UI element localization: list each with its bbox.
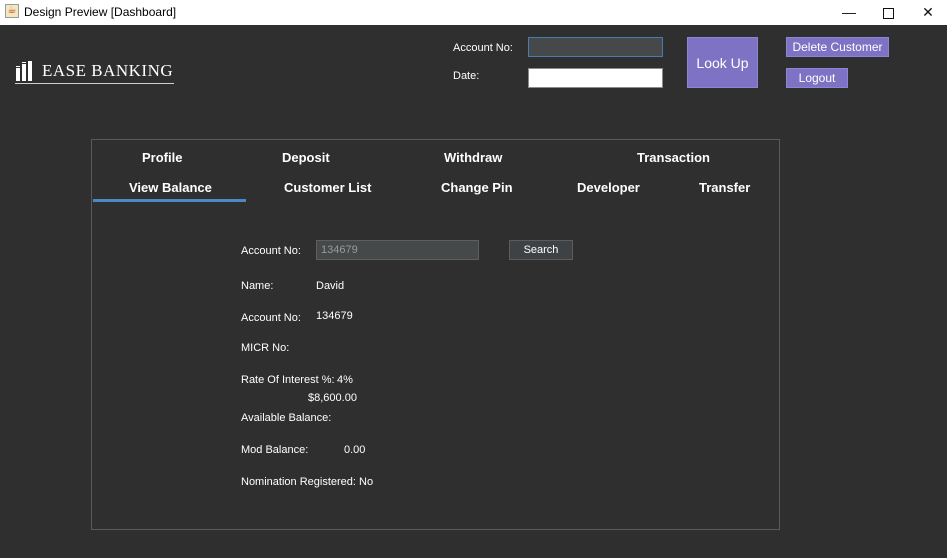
- account-no-label: Account No:: [241, 312, 301, 324]
- window-titlebar: ☕ Design Preview [Dashboard] — ✕: [0, 0, 947, 25]
- delete-customer-button[interactable]: Delete Customer: [786, 37, 889, 57]
- search-button[interactable]: Search: [509, 240, 573, 260]
- tab-profile[interactable]: Profile: [142, 150, 182, 165]
- micr-label: MICR No:: [241, 342, 290, 354]
- tab-transaction[interactable]: Transaction: [637, 150, 710, 165]
- java-app-icon: ☕: [5, 4, 19, 18]
- name-label: Name:: [241, 280, 274, 292]
- tab-view-balance[interactable]: View Balance: [129, 180, 212, 195]
- minimize-button[interactable]: —: [829, 0, 869, 25]
- ease-banking-logo: EASE BANKING: [15, 58, 175, 84]
- header-account-input[interactable]: [528, 37, 663, 57]
- interest-value: 4%: [337, 374, 353, 386]
- available-balance-label: Available Balance:: [241, 412, 332, 424]
- tab-change-pin[interactable]: Change Pin: [441, 180, 513, 195]
- logo-text: EASE BANKING: [42, 61, 174, 80]
- close-button[interactable]: ✕: [908, 0, 947, 25]
- mod-balance-value: 0.00: [344, 444, 366, 456]
- tab-deposit[interactable]: Deposit: [282, 150, 330, 165]
- logout-button[interactable]: Logout: [786, 68, 848, 88]
- active-tab-indicator: [93, 199, 246, 202]
- tab-developer[interactable]: Developer: [577, 180, 640, 195]
- maximize-button[interactable]: [868, 0, 908, 25]
- dashboard-tab-panel: Profile Deposit Withdraw Transaction Vie…: [91, 139, 780, 530]
- logo-underline: [15, 83, 174, 84]
- nomination-label: Nomination Registered:: [241, 476, 356, 488]
- mod-balance-label: Mod Balance:: [241, 444, 309, 456]
- header-account-label: Account No:: [453, 42, 513, 54]
- nomination-value: No: [359, 476, 374, 488]
- tab-transfer[interactable]: Transfer: [699, 180, 750, 195]
- name-value: David: [316, 280, 345, 292]
- header-date-label: Date:: [453, 70, 480, 82]
- bank-logo-icon: [16, 61, 32, 81]
- balance-account-label: Account No:: [241, 245, 301, 257]
- look-up-button[interactable]: Look Up: [687, 37, 758, 88]
- balance-account-input[interactable]: [316, 240, 479, 260]
- tab-withdraw[interactable]: Withdraw: [444, 150, 502, 165]
- interest-label: Rate Of Interest %:: [241, 374, 335, 386]
- maximize-icon: [882, 7, 894, 19]
- tab-customer-list[interactable]: Customer List: [284, 180, 371, 195]
- header-date-input[interactable]: [528, 68, 663, 88]
- window-title: Design Preview [Dashboard]: [24, 5, 177, 19]
- available-balance-value: $8,600.00: [308, 392, 357, 404]
- account-no-value: 134679: [316, 310, 353, 322]
